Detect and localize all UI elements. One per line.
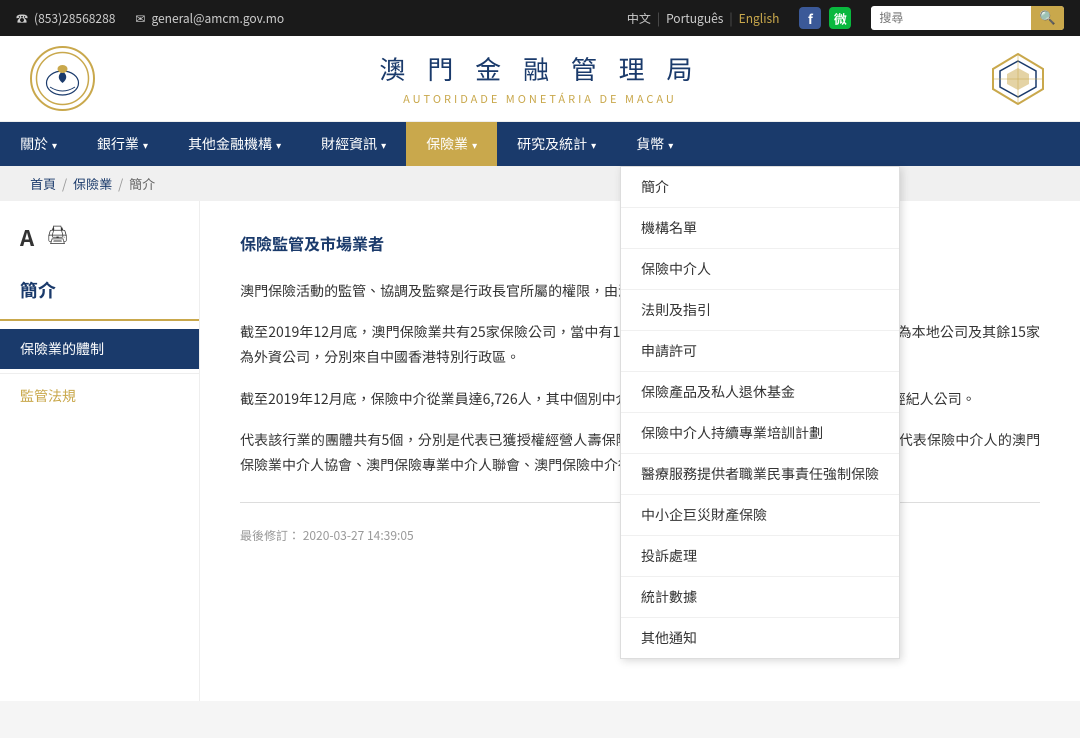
print-icon[interactable]: 🖨 bbox=[46, 221, 69, 253]
lang-zh[interactable]: 中文 bbox=[627, 10, 651, 27]
dropdown-item-stats[interactable]: 統計數據 bbox=[621, 577, 899, 618]
top-bar-left: ☎ (853)28568288 ✉ general@amcm.gov.mo bbox=[16, 10, 607, 27]
dropdown-item-org-list[interactable]: 機構名單 bbox=[621, 208, 899, 249]
breadcrumb: 首頁 / 保險業 / 簡介 bbox=[0, 166, 1080, 201]
facebook-icon[interactable]: f bbox=[799, 7, 821, 29]
dropdown-item-apply[interactable]: 申請許可 bbox=[621, 331, 899, 372]
nav-currency-label: 貨幣 bbox=[636, 134, 664, 154]
phone-number: (853)28568288 bbox=[34, 10, 115, 27]
breadcrumb-current: 簡介 bbox=[129, 174, 155, 193]
nav-research[interactable]: 研究及統計 ▾ bbox=[497, 122, 616, 166]
breadcrumb-section[interactable]: 保險業 bbox=[73, 174, 112, 193]
phone-icon: ☎ bbox=[16, 10, 28, 27]
nav-research-arrow: ▾ bbox=[591, 137, 596, 152]
dropdown-item-intro[interactable]: 簡介 bbox=[621, 167, 899, 208]
insurance-dropdown: 簡介 機構名單 保險中介人 法則及指引 申請許可 保險產品及私人退休基金 保險中… bbox=[620, 166, 900, 659]
nav-insurance-arrow: ▾ bbox=[472, 137, 477, 152]
search-input[interactable] bbox=[871, 8, 1031, 28]
dropdown-item-intermediary[interactable]: 保險中介人 bbox=[621, 249, 899, 290]
breadcrumb-sep-2: / bbox=[118, 174, 123, 193]
org-name-english: AUTORIDADE MONETÁRIA DE MACAU bbox=[95, 91, 985, 107]
content-wrapper: A 🖨 簡介 保險業的體制 監管法規 保險監管及市場業者 澳門保險活動的監管、協… bbox=[0, 201, 1080, 701]
breadcrumb-home[interactable]: 首頁 bbox=[30, 174, 56, 193]
social-links: f 微 bbox=[799, 7, 851, 29]
lang-pt[interactable]: Português bbox=[666, 10, 723, 27]
dropdown-item-products[interactable]: 保險產品及私人退休基金 bbox=[621, 372, 899, 413]
header-logo-right bbox=[985, 46, 1050, 111]
dropdown-item-sme[interactable]: 中小企巨災財產保險 bbox=[621, 495, 899, 536]
dropdown-item-training[interactable]: 保險中介人持續專業培訓計劃 bbox=[621, 413, 899, 454]
search-box: 🔍 bbox=[871, 6, 1064, 30]
nav-other-finance[interactable]: 其他金融機構 ▾ bbox=[168, 122, 301, 166]
macau-government-logo bbox=[30, 46, 95, 111]
sidebar-title: 簡介 bbox=[0, 269, 199, 321]
nav-about-label: 關於 bbox=[20, 134, 48, 154]
org-name-chinese: 澳 門 金 融 管 理 局 bbox=[95, 50, 985, 87]
main-nav: 關於 ▾ 銀行業 ▾ 其他金融機構 ▾ 財經資訊 ▾ 保險業 ▾ 研究及統計 ▾… bbox=[0, 122, 1080, 166]
nav-research-label: 研究及統計 bbox=[517, 134, 587, 154]
lang-sep-2: | bbox=[729, 10, 732, 27]
nav-currency[interactable]: 貨幣 ▾ bbox=[616, 122, 693, 166]
font-size-icon[interactable]: A bbox=[20, 221, 34, 253]
wechat-icon[interactable]: 微 bbox=[829, 7, 851, 29]
nav-other-finance-arrow: ▾ bbox=[276, 137, 281, 152]
dropdown-item-complaints[interactable]: 投訴處理 bbox=[621, 536, 899, 577]
email-info: ✉ general@amcm.gov.mo bbox=[135, 10, 284, 27]
nav-insurance[interactable]: 保險業 ▾ bbox=[406, 122, 497, 166]
phone-info: ☎ (853)28568288 bbox=[16, 10, 115, 27]
search-button[interactable]: 🔍 bbox=[1031, 6, 1064, 30]
nav-currency-arrow: ▾ bbox=[668, 137, 673, 152]
nav-other-finance-label: 其他金融機構 bbox=[188, 134, 272, 154]
nav-banking-label: 銀行業 bbox=[97, 134, 139, 154]
lang-sep-1: | bbox=[657, 10, 660, 27]
last-modified-date: 2020-03-27 14:39:05 bbox=[303, 527, 414, 544]
nav-financial-info[interactable]: 財經資訊 ▾ bbox=[301, 122, 406, 166]
nav-about[interactable]: 關於 ▾ bbox=[0, 122, 77, 166]
header-logo-left bbox=[30, 46, 95, 111]
sidebar-tools: A 🖨 bbox=[0, 221, 199, 269]
sidebar: A 🖨 簡介 保險業的體制 監管法規 bbox=[0, 201, 200, 701]
header-title: 澳 門 金 融 管 理 局 AUTORIDADE MONETÁRIA DE MA… bbox=[95, 50, 985, 107]
nav-financial-info-label: 財經資訊 bbox=[321, 134, 377, 154]
dropdown-item-notices[interactable]: 其他通知 bbox=[621, 618, 899, 658]
nav-banking[interactable]: 銀行業 ▾ bbox=[77, 122, 168, 166]
dropdown-item-medical[interactable]: 醫療服務提供者職業民事責任強制保險 bbox=[621, 454, 899, 495]
sidebar-item-regulations[interactable]: 監管法規 bbox=[0, 373, 199, 416]
dropdown-item-laws[interactable]: 法則及指引 bbox=[621, 290, 899, 331]
header: 澳 門 金 融 管 理 局 AUTORIDADE MONETÁRIA DE MA… bbox=[0, 36, 1080, 122]
last-modified-label: 最後修訂： bbox=[240, 527, 300, 544]
nav-financial-info-arrow: ▾ bbox=[381, 137, 386, 152]
sidebar-item-structure[interactable]: 保險業的體制 bbox=[0, 329, 199, 369]
breadcrumb-sep-1: / bbox=[62, 174, 67, 193]
email-icon: ✉ bbox=[135, 10, 145, 27]
language-switcher: 中文 | Português | English bbox=[627, 10, 780, 27]
email-address: general@amcm.gov.mo bbox=[151, 10, 284, 27]
lang-en[interactable]: English bbox=[739, 10, 780, 27]
top-bar: ☎ (853)28568288 ✉ general@amcm.gov.mo 中文… bbox=[0, 0, 1080, 36]
search-form: 🔍 bbox=[871, 6, 1064, 30]
nav-banking-arrow: ▾ bbox=[143, 137, 148, 152]
nav-about-arrow: ▾ bbox=[52, 137, 57, 152]
nav-insurance-label: 保險業 bbox=[426, 134, 468, 154]
